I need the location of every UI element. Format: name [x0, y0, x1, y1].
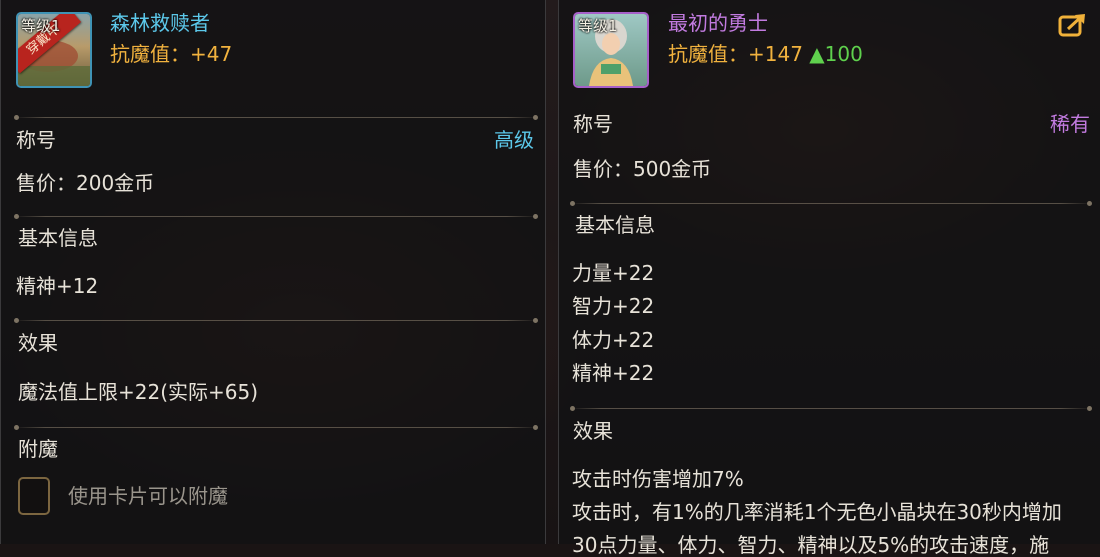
item-level-label: 等级1 — [578, 17, 618, 35]
effect-line: 攻击时伤害增加7% — [572, 467, 744, 491]
effect-header: 效果 — [18, 331, 58, 355]
enchant-hint: 使用卡片可以附魔 — [68, 484, 228, 508]
item-grade: 稀有 — [1050, 112, 1090, 136]
section-divider — [14, 318, 538, 323]
left-item-icon[interactable]: 穿戴中 等级1 — [16, 12, 92, 88]
item-type-label: 称号 — [573, 112, 613, 136]
item-grade: 高级 — [494, 128, 534, 152]
stat-line: 精神+12 — [16, 274, 99, 298]
item-type-label: 称号 — [16, 128, 56, 152]
anti-magic-increase: ▲100 — [809, 42, 863, 66]
stat-line: 力量+22 — [572, 261, 655, 285]
item-price: 售价：200金币 — [16, 171, 155, 195]
section-divider — [14, 425, 538, 430]
item-price: 售价：500金币 — [573, 157, 712, 181]
section-divider — [14, 214, 538, 219]
anti-magic-label: 抗魔值： — [668, 42, 748, 66]
basic-info-header: 基本信息 — [575, 213, 655, 237]
stat-line: 精神+22 — [572, 361, 655, 385]
section-divider — [570, 201, 1092, 206]
anti-magic-value: +47 — [190, 42, 233, 66]
effect-header: 效果 — [573, 419, 613, 443]
stat-line: 体力+22 — [572, 328, 655, 352]
share-export-icon[interactable] — [1058, 12, 1088, 38]
effect-line: 30点力量、体力、智力、精神以及5%的攻击速度，施 — [572, 533, 1050, 557]
enchant-header: 附魔 — [18, 437, 58, 461]
enchant-card-slot[interactable] — [18, 477, 50, 515]
item-name: 森林救赎者 — [110, 11, 210, 35]
anti-magic-stat: 抗魔值：+147 ▲100 — [668, 42, 863, 66]
anti-magic-label: 抗魔值： — [110, 42, 190, 66]
anti-magic-value: +147 — [748, 42, 803, 66]
basic-info-header: 基本信息 — [18, 226, 98, 250]
section-divider — [570, 406, 1092, 411]
effect-line: 攻击时，有1%的几率消耗1个无色小晶块在30秒内增加 — [572, 500, 1062, 524]
right-item-icon[interactable]: 等级1 — [573, 12, 649, 88]
item-level-label: 等级1 — [21, 17, 61, 35]
section-divider — [14, 115, 538, 120]
item-name: 最初的勇士 — [668, 11, 768, 35]
anti-magic-stat: 抗魔值：+47 — [110, 42, 232, 66]
effect-line: 魔法值上限+22(实际+65) — [18, 380, 259, 404]
stat-line: 智力+22 — [572, 294, 655, 318]
